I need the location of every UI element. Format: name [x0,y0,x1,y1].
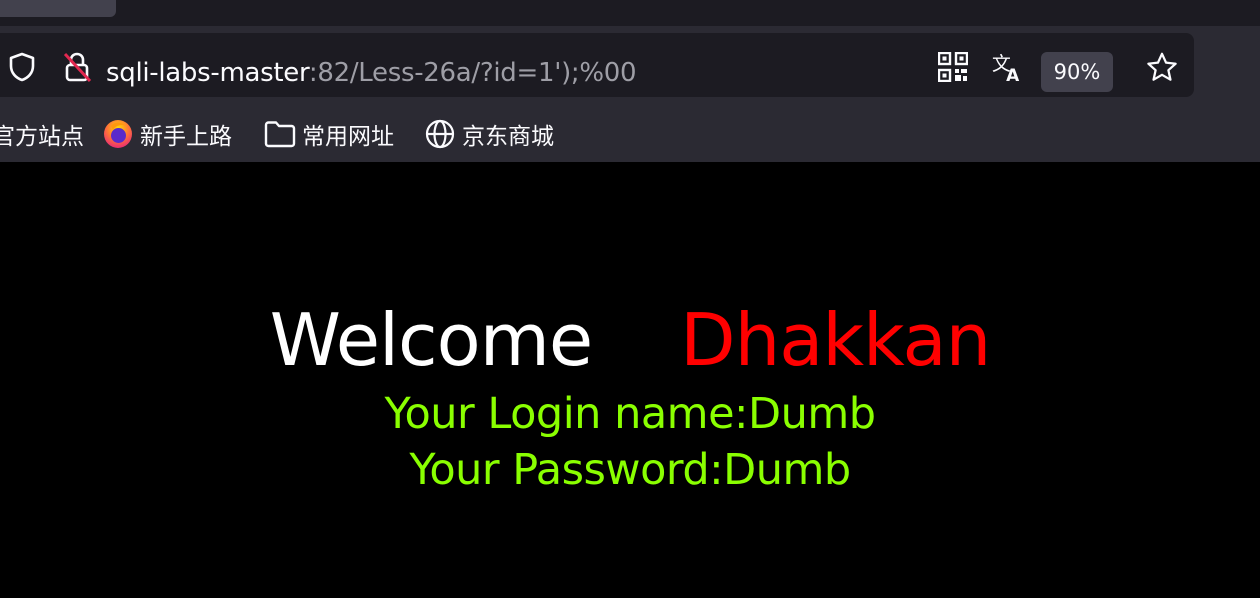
insecure-lock-icon[interactable] [61,51,93,83]
zoom-level-button[interactable]: 90% [1041,52,1113,92]
folder-icon [264,118,296,150]
browser-tab[interactable] [0,0,116,17]
shield-icon[interactable] [6,51,38,83]
bookmark-label: 新手上路 [140,124,232,150]
bookmarks-toolbar: 官方站点 新手上路 常用网址 京东商城 [0,104,1260,162]
bookmark-getting-started[interactable]: 新手上路 [102,116,232,152]
tab-strip [0,0,1260,26]
bookmark-label: 京东商城 [462,124,554,150]
url-text[interactable]: sqli-labs-master:82/Less-26a/?id=1');%00 [106,53,637,93]
bookmark-jd-mall[interactable]: 京东商城 [424,116,554,152]
bookmark-star-icon[interactable] [1146,51,1178,83]
url-host: sqli-labs-master [106,58,309,88]
welcome-heading: Welcome Dhakkan [0,298,1260,382]
firefox-icon [102,118,134,150]
navigation-toolbar: sqli-labs-master:82/Less-26a/?id=1');%00… [0,26,1260,104]
password-line: Your Password:Dumb [409,445,851,495]
bookmark-folder-common-sites[interactable]: 常用网址 [264,116,394,152]
url-path: :82/Less-26a/?id=1');%00 [308,58,637,88]
welcome-text: Welcome [269,298,593,382]
qr-code-icon[interactable] [937,51,969,83]
svg-text:A: A [1006,65,1020,83]
bookmark-label: 官方站点 [0,124,84,150]
translate-icon[interactable]: 文 A [992,51,1024,83]
login-name-line: Your Login name:Dumb [384,389,876,439]
user-name-text: Dhakkan [680,298,991,382]
bookmark-label: 常用网址 [302,124,394,150]
bookmark-official-site[interactable]: 官方站点 [0,116,84,152]
page-content: Welcome Dhakkan Your Login name:Dumb Your… [0,162,1260,598]
globe-icon [424,118,456,150]
url-bar[interactable]: sqli-labs-master:82/Less-26a/?id=1');%00… [0,33,1194,97]
